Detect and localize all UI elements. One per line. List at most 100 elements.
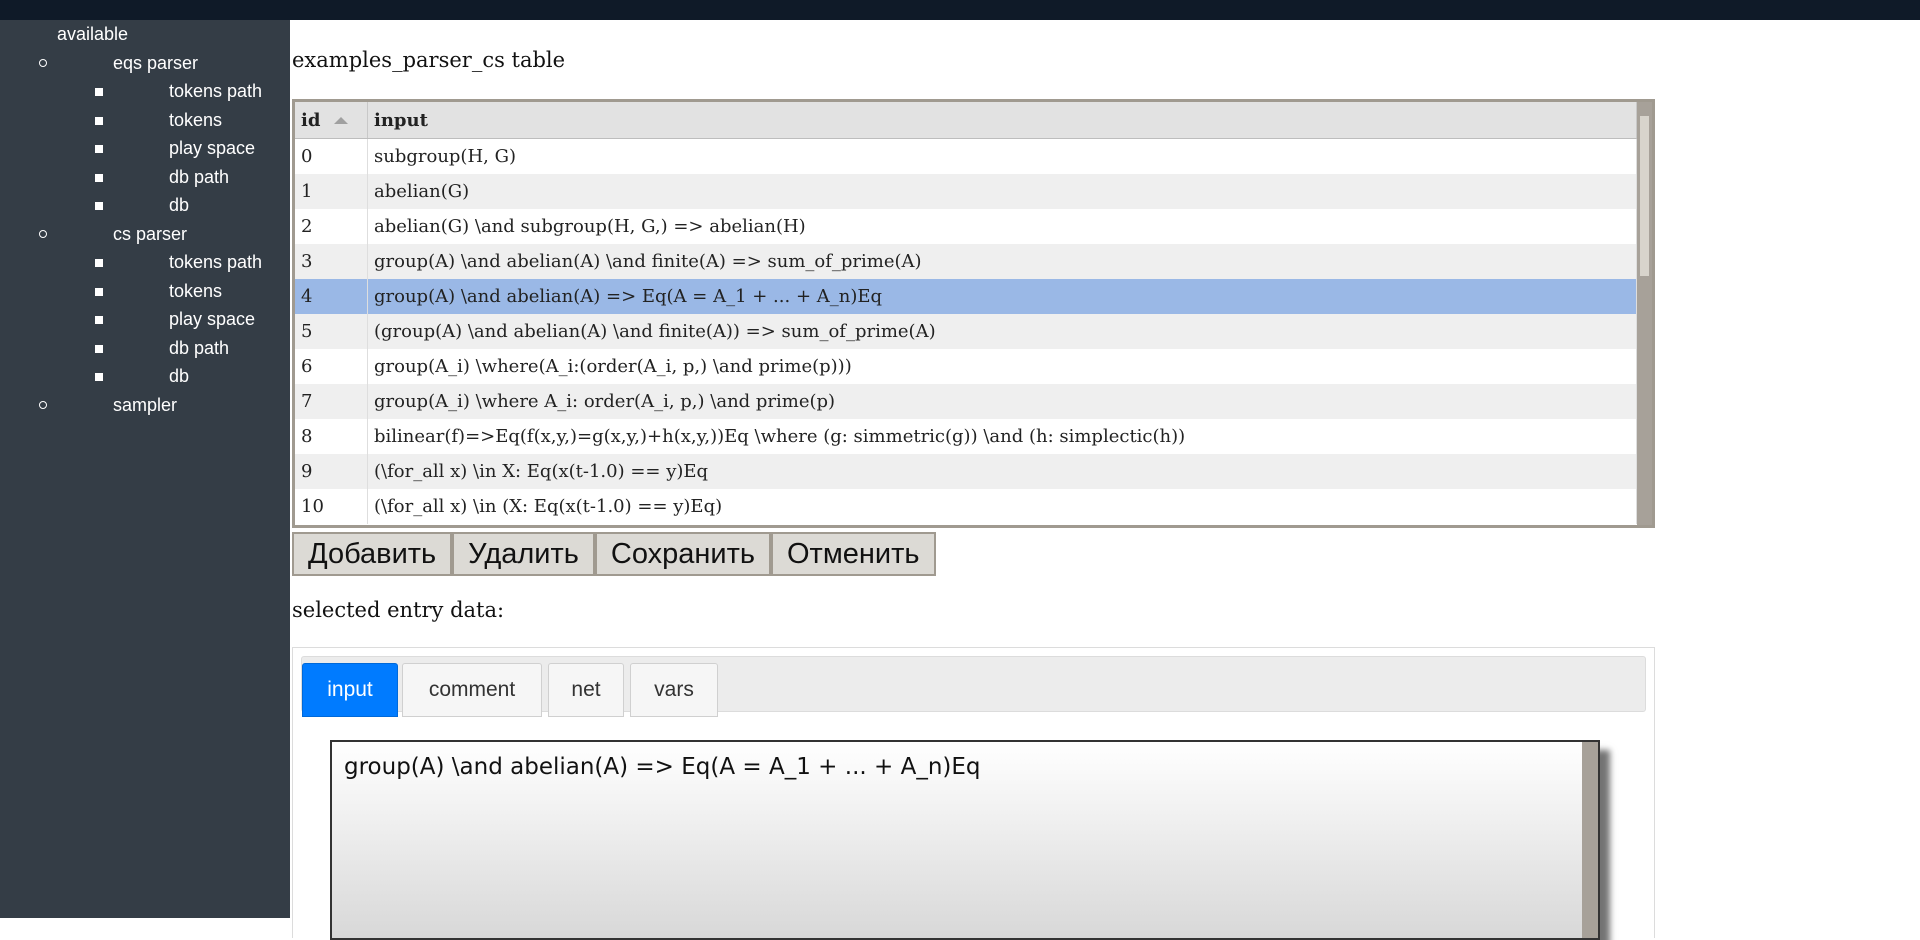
cell-id: 3 xyxy=(295,244,368,279)
table-row[interactable]: 3 group(A) \and abelian(A) \and finite(A)… xyxy=(295,244,1637,279)
grid-button-bar: Добавить Удалить Сохранить Отменить xyxy=(292,532,936,576)
tab-input[interactable]: input xyxy=(302,663,398,717)
table-row[interactable]: 9 (\for_all x) \in X: Eq(x(t-1.0) == y)Eq xyxy=(295,454,1637,489)
sidebar-item-db[interactable]: db xyxy=(95,191,290,220)
tab-vars[interactable]: vars xyxy=(630,663,718,717)
cell-id: 1 xyxy=(295,174,368,209)
main-content: examples_parser_cs table id input 0 subgr… xyxy=(292,20,1920,940)
sidebar-tree: available eqs parser tokens path tokens … xyxy=(0,20,290,419)
cell-id: 10 xyxy=(295,489,368,524)
sidebar-item-db-path[interactable]: db path xyxy=(95,163,290,192)
table-row[interactable]: 2 abelian(G) \and subgroup(H, G,) => abel… xyxy=(295,209,1637,244)
sidebar-group-list: eqs parser tokens path tokens play space… xyxy=(39,49,290,420)
square-bullet-icon xyxy=(95,173,103,182)
cell-id: 8 xyxy=(295,419,368,454)
sidebar-item-label: tokens path xyxy=(169,81,263,101)
sidebar: available eqs parser tokens path tokens … xyxy=(0,20,290,918)
table-row[interactable]: 10 (\for_all x) \in (X: Eq(x(t-1.0) == y)… xyxy=(295,489,1637,524)
sidebar-item-label: tokens xyxy=(169,109,223,130)
sidebar-item-label: tokens path xyxy=(169,252,263,272)
table-row[interactable]: 5 (group(A) \and abelian(A) \and finite(A… xyxy=(295,314,1637,349)
sidebar-item-play-space[interactable]: play space xyxy=(95,134,290,163)
sidebar-item-label: available xyxy=(57,24,129,44)
input-editor[interactable]: group(A) \and abelian(A) => Eq(A = A_1 +… xyxy=(330,740,1600,940)
cell-input: subgroup(H, G) xyxy=(367,138,1637,174)
cell-input: group(A) \and abelian(A) => Eq(A = A_1 +… xyxy=(367,279,1637,314)
save-button[interactable]: Сохранить xyxy=(594,532,771,576)
column-header-label: input xyxy=(374,109,428,131)
cell-id: 7 xyxy=(295,384,368,419)
sidebar-item-play-space[interactable]: play space xyxy=(95,305,290,334)
cell-input: group(A_i) \where(A_i:(order(A_i, p,) \a… xyxy=(367,349,1637,384)
sidebar-item-eqs-parser[interactable]: eqs parser tokens path tokens play space… xyxy=(39,49,290,220)
top-bar xyxy=(0,0,1920,20)
sidebar-subitem-list: tokens path tokens play space db path db xyxy=(95,77,290,220)
grid-viewport: id input 0 subgroup(H, G) 1 abelian(G) 2 ab… xyxy=(295,102,1637,525)
square-bullet-icon xyxy=(95,88,103,96)
cell-input: (group(A) \and abelian(A) \and finite(A)… xyxy=(367,314,1637,349)
square-bullet-icon xyxy=(95,259,103,267)
sidebar-item-label: play space xyxy=(169,138,256,158)
square-bullet-icon xyxy=(95,202,103,210)
cell-id: 5 xyxy=(295,314,368,349)
table-row[interactable]: 6 group(A_i) \where(A_i:(order(A_i, p,) \… xyxy=(295,349,1637,384)
grid-header-row: id input xyxy=(295,102,1637,139)
sort-ascending-icon xyxy=(334,117,349,124)
cell-id: 4 xyxy=(295,279,368,314)
cell-id: 6 xyxy=(295,349,368,384)
page-title: examples_parser_cs table xyxy=(292,48,566,72)
square-bullet-icon xyxy=(95,145,103,153)
editor-text[interactable]: group(A) \and abelian(A) => Eq(A = A_1 +… xyxy=(344,754,981,780)
sidebar-item-sampler[interactable]: sampler xyxy=(39,391,290,420)
entry-panel: input comment net vars group(A) \and abe… xyxy=(292,647,1655,940)
cell-input: group(A_i) \where A_i: order(A_i, p,) \a… xyxy=(367,384,1637,419)
sidebar-item-label: tokens xyxy=(169,280,223,301)
cell-input: (\for_all x) \in X: Eq(x(t-1.0) == y)Eq xyxy=(367,454,1637,489)
sidebar-item-cs-parser[interactable]: cs parser tokens path tokens play space … xyxy=(39,220,290,391)
table-row-selected[interactable]: 4 group(A) \and abelian(A) => Eq(A = A_1 … xyxy=(295,279,1637,314)
sidebar-item-label: db path xyxy=(169,337,230,358)
square-bullet-icon xyxy=(95,373,103,381)
circle-bullet-icon xyxy=(39,58,47,67)
data-grid: id input 0 subgroup(H, G) 1 abelian(G) 2 ab… xyxy=(292,99,1655,528)
add-button[interactable]: Добавить xyxy=(292,532,453,576)
cell-input: (\for_all x) \in (X: Eq(x(t-1.0) == y)Eq… xyxy=(367,489,1637,524)
sidebar-item-tokens-path[interactable]: tokens path xyxy=(95,248,290,277)
cell-id: 0 xyxy=(295,138,368,174)
sidebar-item-db[interactable]: db xyxy=(95,362,290,391)
sidebar-item-available[interactable]: available eqs parser tokens path tokens … xyxy=(0,20,290,419)
tab-comment[interactable]: comment xyxy=(402,663,542,717)
sidebar-item-label: eqs parser xyxy=(113,52,199,73)
delete-button[interactable]: Удалить xyxy=(452,532,595,576)
grid-scrollbar-thumb[interactable] xyxy=(1640,116,1649,276)
table-row[interactable]: 0 subgroup(H, G) xyxy=(295,138,1637,174)
sidebar-item-tokens-path[interactable]: tokens path xyxy=(95,77,290,106)
selected-entry-label: selected entry data: xyxy=(292,598,505,622)
column-header-id[interactable]: id xyxy=(295,102,368,139)
column-header-input[interactable]: input xyxy=(367,102,1637,139)
sidebar-item-label: db xyxy=(169,195,190,215)
sidebar-subitem-list: tokens path tokens play space db path db xyxy=(95,248,290,391)
table-row[interactable]: 8 bilinear(f)=>Eq(f(x,y,)=g(x,y,)+h(x,y,)… xyxy=(295,419,1637,454)
editor-scrollbar[interactable] xyxy=(1582,742,1598,938)
table-row[interactable]: 7 group(A_i) \where A_i: order(A_i, p,) \… xyxy=(295,384,1637,419)
sidebar-item-tokens[interactable]: tokens xyxy=(95,106,290,135)
circle-bullet-icon xyxy=(39,400,47,409)
square-bullet-icon xyxy=(95,287,103,296)
cell-id: 9 xyxy=(295,454,368,489)
sidebar-item-db-path[interactable]: db path xyxy=(95,334,290,363)
sidebar-item-label: play space xyxy=(169,309,256,329)
sidebar-item-label: cs parser xyxy=(113,223,188,244)
cancel-button[interactable]: Отменить xyxy=(771,532,936,576)
cell-input: bilinear(f)=>Eq(f(x,y,)=g(x,y,)+h(x,y,))… xyxy=(367,419,1637,454)
grid-scrollbar[interactable] xyxy=(1637,102,1652,525)
sidebar-item-label: db xyxy=(169,366,190,386)
grid-table: id input 0 subgroup(H, G) 1 abelian(G) 2 ab… xyxy=(295,102,1637,524)
tab-bar: input comment net vars xyxy=(301,656,1646,717)
square-bullet-icon xyxy=(95,316,103,324)
square-bullet-icon xyxy=(95,344,103,353)
sidebar-item-tokens[interactable]: tokens xyxy=(95,277,290,306)
sidebar-item-label: db path xyxy=(169,166,230,187)
tab-net[interactable]: net xyxy=(548,663,624,717)
table-row[interactable]: 1 abelian(G) xyxy=(295,174,1637,209)
